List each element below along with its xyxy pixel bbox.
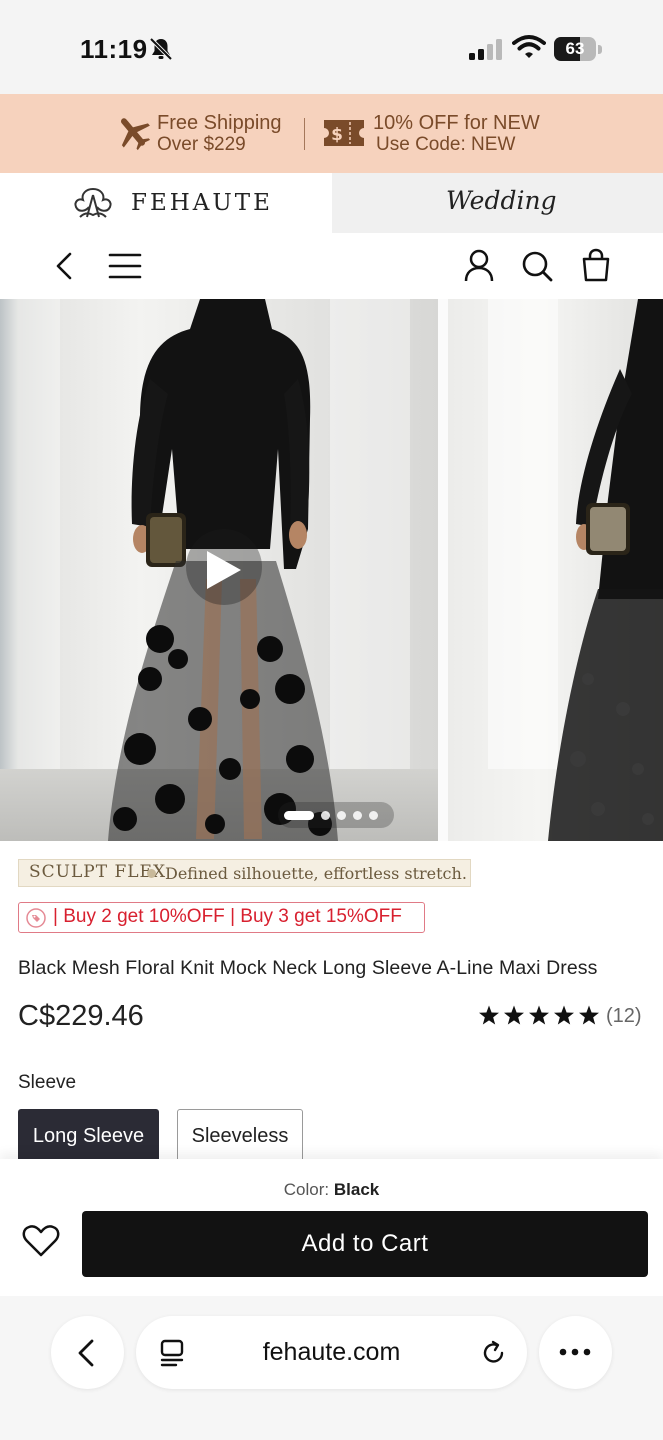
- shopping-bag-icon[interactable]: [580, 248, 612, 282]
- account-icon[interactable]: [463, 248, 495, 282]
- selected-color: Color: Black: [0, 1180, 663, 1200]
- product-title: Black Mesh Floral Knit Mock Neck Long Sl…: [18, 957, 598, 979]
- chevron-left-icon: [78, 1339, 94, 1367]
- discount-subtitle: Use Code: NEW: [376, 134, 516, 155]
- color-label: Color:: [283, 1180, 330, 1199]
- pager-dot: [369, 811, 378, 820]
- heart-icon[interactable]: [22, 1224, 60, 1258]
- product-image-2[interactable]: [448, 299, 663, 841]
- pager-dot: [321, 811, 330, 820]
- star-icon: [529, 1005, 549, 1025]
- battery-indicator: 63: [554, 37, 602, 61]
- wedding-tab-label: Wedding: [446, 186, 557, 215]
- feature-separator-dot: [147, 869, 156, 878]
- navigation-bar: [0, 233, 663, 299]
- brand-name: FEHAUTE: [131, 190, 273, 216]
- reload-icon[interactable]: [480, 1339, 508, 1367]
- model-dress-illustration-2: [548, 299, 663, 841]
- wifi-icon: [512, 35, 546, 58]
- back-arrow-icon[interactable]: [52, 250, 76, 282]
- feature-description: Defined silhouette, effortless stretch.: [165, 864, 467, 883]
- coupon-icon: $: [324, 120, 364, 146]
- status-time: 11:19: [80, 34, 148, 64]
- battery-percent: 63: [565, 39, 585, 58]
- shipping-subtitle: Over $229: [157, 134, 246, 155]
- brand-logo-icon: [74, 188, 112, 218]
- option-sleeveless[interactable]: Sleeveless: [177, 1109, 303, 1165]
- promo-divider: [304, 118, 305, 150]
- star-icon: [554, 1005, 574, 1025]
- product-image-gallery[interactable]: [0, 299, 663, 841]
- pager-dot: [353, 811, 362, 820]
- airplane-icon: [121, 118, 151, 151]
- bundle-offer-text: | Buy 2 get 10%OFF | Buy 3 get 15%OFF: [53, 906, 402, 927]
- search-icon[interactable]: [520, 249, 554, 283]
- add-to-cart-button[interactable]: Add to Cart: [82, 1211, 648, 1277]
- option-long-sleeve[interactable]: Long Sleeve: [18, 1109, 159, 1165]
- bell-muted-icon: [149, 37, 173, 61]
- url-text[interactable]: fehaute.com: [136, 1338, 527, 1367]
- color-value: Black: [333, 1180, 380, 1199]
- review-count[interactable]: (12): [606, 1005, 642, 1028]
- cellular-signal-icon: [469, 39, 502, 60]
- pager-dot-active: [284, 811, 314, 820]
- gallery-divider: [438, 299, 448, 841]
- discount-tag-icon: [26, 908, 46, 928]
- sleeve-option-label: Sleeve: [18, 1072, 77, 1093]
- shipping-title: Free Shipping: [157, 112, 282, 134]
- menu-icon[interactable]: [108, 252, 142, 280]
- more-dots-icon: [559, 1348, 591, 1356]
- product-price: C$229.46: [18, 1000, 144, 1032]
- rating-stars[interactable]: [478, 1005, 600, 1027]
- play-icon: [207, 551, 241, 589]
- svg-text:$: $: [331, 125, 343, 145]
- pager-dot: [337, 811, 346, 820]
- discount-title: 10% OFF for NEW: [373, 112, 540, 134]
- star-icon: [579, 1005, 599, 1025]
- feature-name: SCULPT FLEX: [29, 862, 167, 882]
- star-icon: [479, 1005, 499, 1025]
- star-icon: [504, 1005, 524, 1025]
